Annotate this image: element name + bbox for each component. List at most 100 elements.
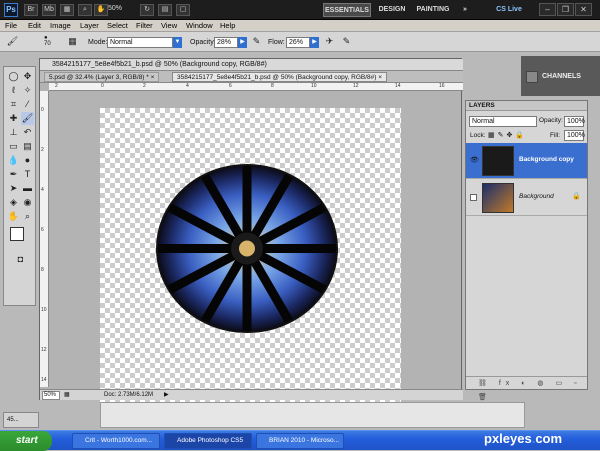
layer-row-background[interactable]: Background 🔒 (466, 180, 587, 216)
document-title-bar[interactable]: 3584215177_5e8e4f5b21_b.psd @ 50% (Backg… (40, 59, 463, 71)
menu-help[interactable]: Help (220, 21, 235, 30)
3d-rotate-icon[interactable]: ◈ (7, 196, 20, 209)
shape-tool-icon[interactable]: ▬ (21, 182, 34, 195)
blur-tool-icon[interactable]: 💧 (7, 154, 20, 167)
ruler-number: 12 (353, 83, 359, 89)
close-button[interactable]: ✕ (575, 3, 592, 16)
lock-icon: 🔒 (572, 193, 581, 200)
start-button[interactable]: start (0, 431, 52, 451)
opacity-field[interactable]: 28% (214, 37, 238, 48)
menu-image[interactable]: Image (50, 21, 71, 30)
doc-size-info[interactable]: Doc: 2.73M/6.12M (104, 390, 153, 400)
rotate-view-icon[interactable]: ↻ (140, 4, 154, 16)
opacity-slider-arrow[interactable]: ▶ (238, 37, 247, 48)
zoom-tool-icon[interactable]: ⌕ (21, 210, 34, 223)
minimize-button[interactable]: – (539, 3, 556, 16)
hand-tool-icon[interactable]: ✋ (94, 4, 108, 16)
hand-tool-icon[interactable]: ✋ (7, 210, 20, 223)
brush-preset-picker[interactable]: ● 70 (44, 35, 51, 47)
layers-panel-title[interactable]: LAYERS (466, 101, 587, 111)
status-menu-arrow-icon[interactable]: ▶ (164, 390, 169, 400)
workspace-design[interactable]: DESIGN (375, 3, 409, 17)
pen-tool-icon[interactable]: ✒ (7, 168, 20, 181)
airbrush-icon[interactable]: ✈ (323, 35, 336, 48)
lasso-tool-icon[interactable]: ℓ (7, 84, 20, 97)
pressure-size-icon[interactable]: ✎ (340, 35, 353, 48)
tab-5-psd[interactable]: 5.psd @ 32.4% (Layer 3, RGB/8) * × (44, 72, 160, 82)
type-tool-icon[interactable]: T (21, 168, 34, 181)
options-bar: 🖌 ● 70 ▦ Mode: Normal ▼ Opacity: 28% ▶ ✎ … (0, 32, 600, 52)
minibridge-icon[interactable]: Mb (42, 4, 56, 16)
menu-select[interactable]: Select (107, 21, 128, 30)
lock-icons[interactable]: ▦✎✥🔒 (488, 131, 527, 139)
channels-icon[interactable] (526, 71, 538, 83)
visibility-toggle[interactable] (470, 194, 477, 201)
cs-live-button[interactable]: CS Live (486, 3, 532, 17)
crop-tool-icon[interactable]: ⌗ (7, 98, 20, 111)
cs-live-label: CS Live (496, 6, 522, 13)
eraser-tool-icon[interactable]: ▭ (7, 140, 20, 153)
workspace-more-button[interactable]: » (458, 3, 472, 17)
layers-footer-icons[interactable]: ⛓ fx ◐ ◍ ▭ ▫ 🗑 (466, 376, 587, 401)
pressure-opacity-icon[interactable]: ✎ (250, 35, 263, 48)
channels-panel-tab[interactable]: CHANNELS (542, 73, 581, 80)
minimized-document[interactable]: 45... (3, 412, 39, 428)
close-icon[interactable]: × (378, 74, 382, 81)
clone-stamp-icon[interactable]: ⊥ (7, 126, 20, 139)
dodge-tool-icon[interactable]: ● (21, 154, 34, 167)
marquee-tool-icon[interactable]: ◯ (7, 70, 20, 83)
task-photoshop[interactable]: Adobe Photoshop CS5 (164, 433, 252, 449)
mode-select[interactable]: Normal (107, 37, 173, 48)
horizontal-ruler: 2 0 2 4 6 8 10 12 14 16 (49, 83, 463, 91)
photoshop-logo: Ps (4, 3, 18, 17)
layer-opacity-field[interactable]: 100% (564, 116, 585, 127)
3d-camera-icon[interactable]: ◉ (21, 196, 34, 209)
eyedropper-tool-icon[interactable]: ⁄ (21, 98, 34, 111)
screen-mode-icon[interactable]: ▢ (176, 4, 190, 16)
restore-button[interactable]: ❐ (557, 3, 574, 16)
brush-panel-icon[interactable]: ▦ (66, 35, 79, 48)
image-canvas[interactable] (100, 108, 401, 427)
tab-active-document[interactable]: 3584215177_5e8e4f5b21_b.psd @ 50% (Backg… (172, 72, 388, 82)
menu-edit[interactable]: Edit (28, 21, 41, 30)
fill-field[interactable]: 100% (564, 130, 585, 141)
menu-window[interactable]: Window (186, 21, 213, 30)
menu-file[interactable]: File (5, 21, 17, 30)
ruler-number: 16 (439, 83, 445, 89)
menu-layer[interactable]: Layer (80, 21, 99, 30)
healing-brush-icon[interactable]: ✚ (7, 112, 20, 125)
status-icon[interactable]: ▦ (64, 390, 70, 400)
task-word[interactable]: BRIAN 2010 - Microso... (256, 433, 344, 449)
blend-mode-select[interactable]: Normal (469, 116, 537, 127)
menu-filter[interactable]: Filter (136, 21, 153, 30)
flow-field[interactable]: 26% (286, 37, 310, 48)
guides-icon[interactable]: ▦ (60, 4, 74, 16)
move-tool-icon[interactable]: ✥ (21, 70, 34, 83)
zoom-field[interactable]: 50% (42, 391, 60, 400)
bridge-icon[interactable]: Br (24, 4, 38, 16)
flow-slider-arrow[interactable]: ▶ (310, 37, 319, 48)
layer-name[interactable]: Background (519, 193, 554, 200)
quick-select-tool-icon[interactable]: ✧ (21, 84, 34, 97)
gradient-tool-icon[interactable]: ▤ (21, 140, 34, 153)
quick-mask-icon[interactable]: ◘ (14, 253, 27, 266)
foreground-color-swatch[interactable] (10, 227, 24, 241)
document-tabs: 5.psd @ 32.4% (Layer 3, RGB/8) * × 35842… (40, 71, 463, 83)
eye-icon[interactable]: 👁 (470, 157, 479, 164)
brush-tool-icon[interactable]: 🖌 (6, 35, 19, 48)
workspace-painting[interactable]: PAINTING (412, 3, 454, 17)
close-icon[interactable]: × (151, 74, 155, 81)
layer-name[interactable]: Background copy (519, 156, 574, 163)
layer-row-background-copy[interactable]: 👁 Background copy (466, 143, 587, 179)
document-status-bar: 50% ▦ Doc: 2.73M/6.12M ▶ (40, 389, 463, 400)
task-browser[interactable]: Crit - Worth1000.com... (72, 433, 160, 449)
zoom-level[interactable]: 50% (108, 5, 122, 12)
menu-view[interactable]: View (161, 21, 177, 30)
zoom-tool-icon[interactable]: ⌕ (78, 4, 92, 16)
brush-tool-active-icon[interactable]: 🖌 (21, 112, 34, 125)
chevron-down-icon[interactable]: ▼ (173, 37, 182, 48)
workspace-essentials[interactable]: ESSENTIALS (323, 3, 371, 17)
arrange-documents-icon[interactable]: ▤ (158, 4, 172, 16)
path-select-icon[interactable]: ➤ (7, 182, 20, 195)
history-brush-icon[interactable]: ↶ (21, 126, 34, 139)
